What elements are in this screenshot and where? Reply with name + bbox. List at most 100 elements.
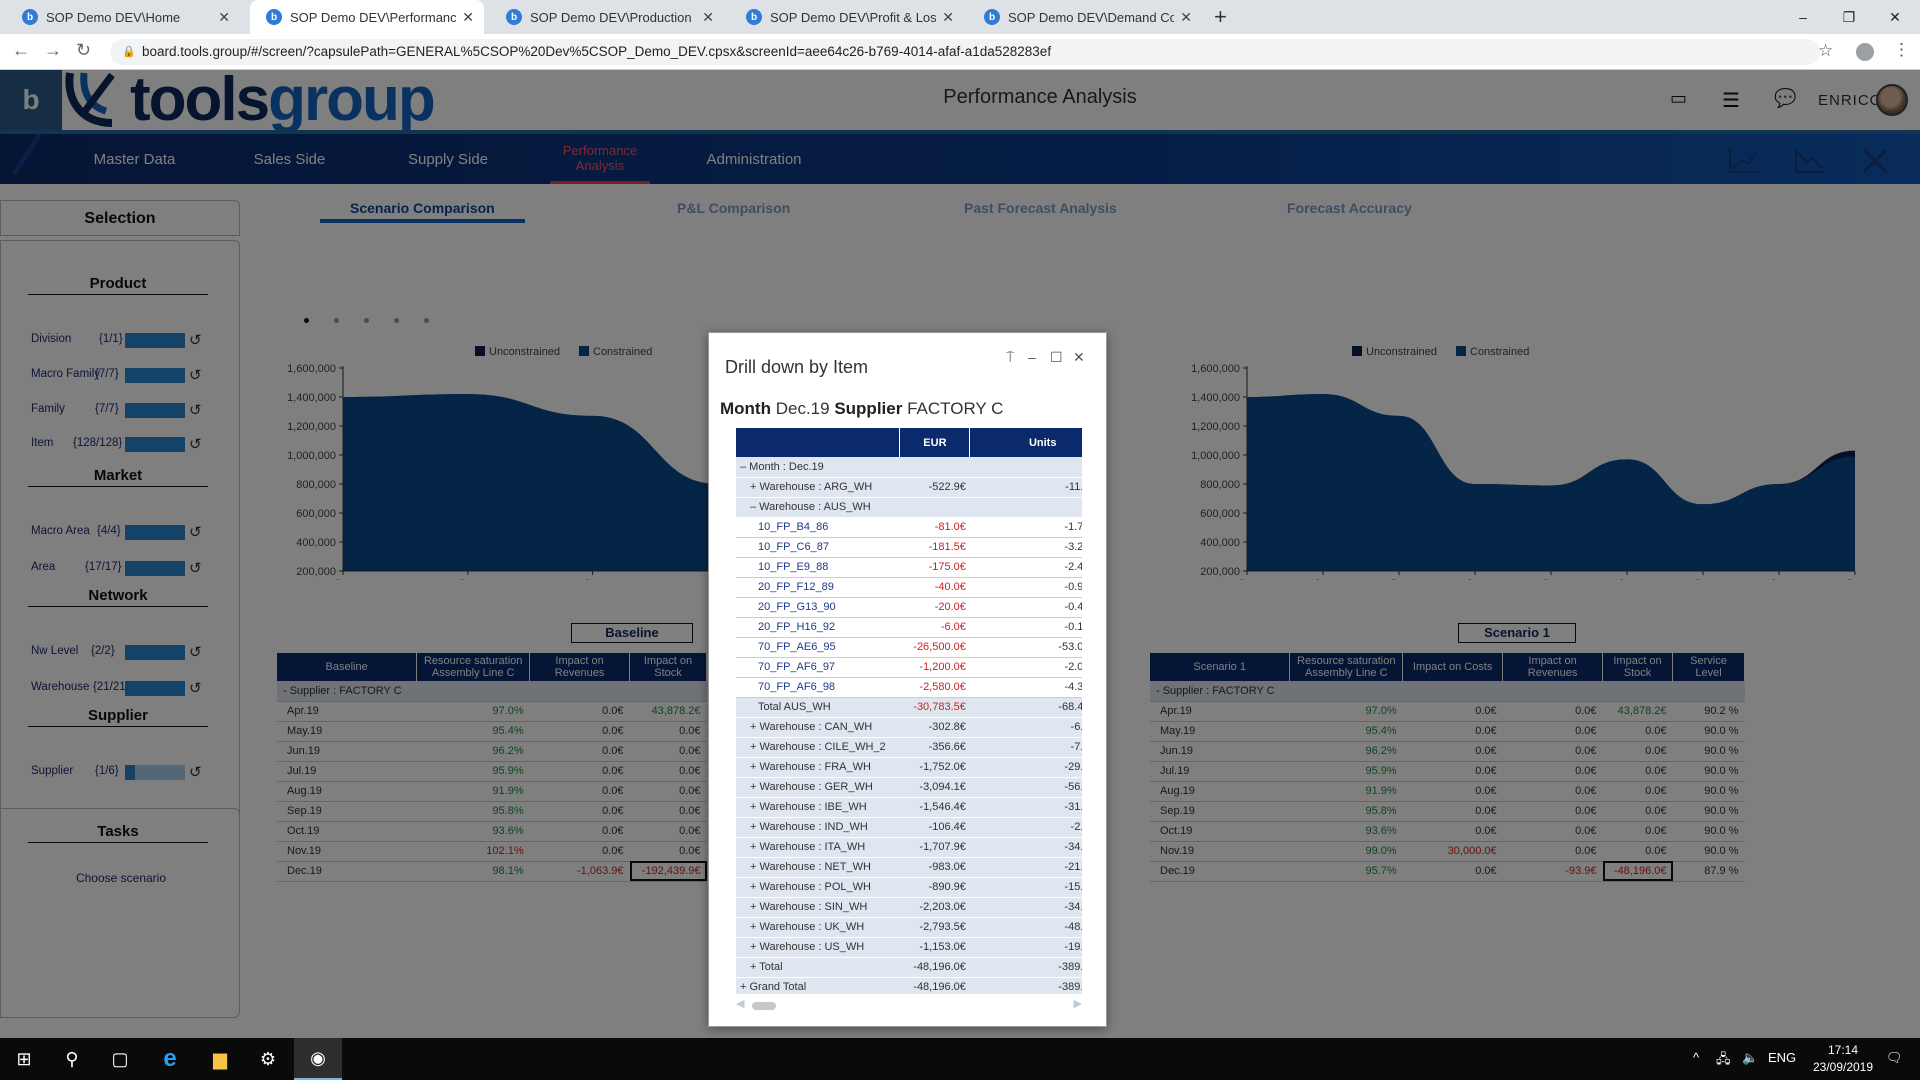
row-label[interactable]: 70_FP_AF6_98 bbox=[736, 677, 900, 698]
row-label[interactable]: + Warehouse : CILE_WH_2 bbox=[736, 737, 900, 758]
column-header-units[interactable]: Units bbox=[969, 428, 1082, 457]
task-view-icon[interactable]: ▢ bbox=[96, 1038, 144, 1080]
search-icon[interactable]: ⚲ bbox=[48, 1038, 96, 1080]
scroll-left-icon[interactable]: ◀ bbox=[736, 997, 744, 1010]
close-tab-icon[interactable]: ✕ bbox=[462, 9, 474, 26]
row-label[interactable]: + Warehouse : SIN_WH bbox=[736, 897, 900, 918]
row-label[interactable]: 10_FP_C6_87 bbox=[736, 537, 900, 558]
profile-icon[interactable] bbox=[1856, 43, 1874, 61]
drill-row[interactable]: 20_FP_G13_90-20.0€-0.46 bbox=[736, 597, 1082, 618]
row-label[interactable]: 70_FP_AF6_97 bbox=[736, 657, 900, 678]
row-label[interactable]: + Warehouse : UK_WH bbox=[736, 917, 900, 938]
browser-tab[interactable]: b SOP Demo DEV\Performance Ana ✕ bbox=[250, 0, 484, 34]
row-label[interactable]: + Warehouse : GER_WH bbox=[736, 777, 900, 798]
drill-row[interactable]: – Warehouse : AUS_WH bbox=[736, 497, 1082, 518]
horizontal-scrollbar[interactable]: ◀ ▶ bbox=[736, 997, 1082, 1013]
drill-row[interactable]: 20_FP_F12_89-40.0€-0.99 bbox=[736, 577, 1082, 598]
drill-row[interactable]: + Total-48,196.0€-389.0 bbox=[736, 957, 1082, 978]
row-label[interactable]: + Warehouse : CAN_WH bbox=[736, 717, 900, 738]
chrome-icon[interactable]: ◉ bbox=[294, 1038, 342, 1080]
row-label[interactable]: 20_FP_G13_90 bbox=[736, 597, 900, 618]
close-tab-icon[interactable]: ✕ bbox=[702, 9, 714, 26]
row-label[interactable]: + Warehouse : ITA_WH bbox=[736, 837, 900, 858]
row-label[interactable]: + Grand Total bbox=[736, 977, 900, 994]
maximize-dialog-icon[interactable]: ☐ bbox=[1050, 349, 1063, 366]
url-input[interactable]: 🔒 board.tools.group/#/screen/?capsulePat… bbox=[110, 39, 1820, 65]
row-label[interactable]: 20_FP_H16_92 bbox=[736, 617, 900, 638]
drill-row[interactable]: + Warehouse : IND_WH-106.4€-2.7 bbox=[736, 817, 1082, 838]
drill-row[interactable]: Total AUS_WH-30,783.5€-68.49 bbox=[736, 697, 1082, 718]
browser-tab[interactable]: b SOP Demo DEV\Demand Collabo ✕ bbox=[968, 0, 1202, 34]
pin-icon[interactable]: ⍑ bbox=[1006, 349, 1014, 366]
row-label[interactable]: + Warehouse : US_WH bbox=[736, 937, 900, 958]
close-window-button[interactable]: ✕ bbox=[1872, 0, 1918, 34]
drill-row[interactable]: + Warehouse : NET_WH-983.0€-21.5 bbox=[736, 857, 1082, 878]
browser-tab[interactable]: b SOP Demo DEV\Profit & Loss ✕ bbox=[730, 0, 964, 34]
drill-row[interactable]: – Month : Dec.19 bbox=[736, 457, 1082, 478]
browser-menu-icon[interactable]: ⋮ bbox=[1893, 40, 1910, 60]
row-label[interactable]: + Warehouse : IBE_WH bbox=[736, 797, 900, 818]
drill-row[interactable]: + Grand Total-48,196.0€-389.0 bbox=[736, 977, 1082, 994]
row-label[interactable]: + Warehouse : POL_WH bbox=[736, 877, 900, 898]
clock[interactable]: 17:14 23/09/2019 bbox=[1808, 1042, 1878, 1076]
volume-icon[interactable]: 🔈 bbox=[1742, 1050, 1758, 1066]
browser-tab[interactable]: b SOP Demo DEV\Production Plan ✕ bbox=[490, 0, 724, 34]
drill-row[interactable]: 20_FP_H16_92-6.0€-0.14 bbox=[736, 617, 1082, 638]
drill-row[interactable]: + Warehouse : POL_WH-890.9€-15.4 bbox=[736, 877, 1082, 898]
notifications-icon[interactable]: 🗨 bbox=[1886, 1050, 1903, 1066]
drill-row[interactable]: + Warehouse : US_WH-1,153.0€-19.9 bbox=[736, 937, 1082, 958]
drill-row[interactable]: + Warehouse : CILE_WH_2-356.6€-7.7 bbox=[736, 737, 1082, 758]
close-tab-icon[interactable]: ✕ bbox=[218, 9, 230, 26]
row-label[interactable]: – Month : Dec.19 bbox=[736, 457, 900, 478]
column-header-eur[interactable]: EUR bbox=[899, 428, 971, 457]
row-label[interactable]: Total AUS_WH bbox=[736, 697, 900, 718]
row-label[interactable]: + Total bbox=[736, 957, 900, 978]
row-label[interactable]: 70_FP_AE6_95 bbox=[736, 637, 900, 658]
new-tab-button[interactable]: + bbox=[1214, 4, 1227, 30]
drill-row[interactable]: + Warehouse : ITA_WH-1,707.9€-34.0 bbox=[736, 837, 1082, 858]
drill-row[interactable]: + Warehouse : GER_WH-3,094.1€-56.4 bbox=[736, 777, 1082, 798]
drill-row[interactable]: + Warehouse : UK_WH-2,793.5€-48.0 bbox=[736, 917, 1082, 938]
board-favicon-icon: b bbox=[22, 9, 38, 25]
drill-row[interactable]: 70_FP_AE6_95-26,500.0€-53.01 bbox=[736, 637, 1082, 658]
scroll-right-icon[interactable]: ▶ bbox=[1074, 997, 1082, 1010]
close-tab-icon[interactable]: ✕ bbox=[942, 9, 954, 26]
network-icon[interactable]: 🖧 bbox=[1716, 1050, 1731, 1072]
drill-row[interactable]: 10_FP_E9_88-175.0€-2.47 bbox=[736, 557, 1082, 578]
drill-row[interactable]: + Warehouse : ARG_WH-522.9€-11.3 bbox=[736, 477, 1082, 498]
drill-row[interactable]: + Warehouse : IBE_WH-1,546.4€-31.7 bbox=[736, 797, 1082, 818]
month-label: Month bbox=[720, 399, 771, 418]
back-icon[interactable]: ← bbox=[12, 40, 30, 61]
row-label[interactable]: – Warehouse : AUS_WH bbox=[736, 497, 900, 518]
tray-chevron-icon[interactable]: ^ bbox=[1693, 1050, 1699, 1065]
row-label[interactable]: + Warehouse : IND_WH bbox=[736, 817, 900, 838]
bookmark-star-icon[interactable]: ☆ bbox=[1818, 41, 1833, 61]
minimize-button[interactable]: – bbox=[1780, 0, 1826, 34]
row-label[interactable]: 10_FP_B4_86 bbox=[736, 517, 900, 538]
minimize-dialog-icon[interactable]: – bbox=[1028, 349, 1036, 365]
browser-tab[interactable]: b SOP Demo DEV\Home ✕ bbox=[6, 0, 240, 34]
windows-start-icon[interactable]: ⊞ bbox=[0, 1038, 48, 1080]
drill-row[interactable]: 10_FP_B4_86-81.0€-1.79 bbox=[736, 517, 1082, 538]
row-label[interactable]: + Warehouse : ARG_WH bbox=[736, 477, 900, 498]
row-label[interactable]: + Warehouse : FRA_WH bbox=[736, 757, 900, 778]
reload-icon[interactable]: ↻ bbox=[76, 40, 91, 61]
drill-row[interactable]: + Warehouse : CAN_WH-302.8€-6.7 bbox=[736, 717, 1082, 738]
drill-row[interactable]: 10_FP_C6_87-181.5€-3.28 bbox=[736, 537, 1082, 558]
language-indicator[interactable]: ENG bbox=[1768, 1050, 1796, 1065]
drill-row[interactable]: 70_FP_AF6_97-1,200.0€-2.04 bbox=[736, 657, 1082, 678]
drill-row[interactable]: + Warehouse : SIN_WH-2,203.0€-34.7 bbox=[736, 897, 1082, 918]
row-label[interactable]: 10_FP_E9_88 bbox=[736, 557, 900, 578]
file-explorer-icon[interactable]: ▆ bbox=[196, 1038, 244, 1080]
settings-gear-icon[interactable]: ⚙ bbox=[244, 1038, 292, 1080]
drill-row[interactable]: + Warehouse : FRA_WH-1,752.0€-29.9 bbox=[736, 757, 1082, 778]
close-dialog-icon[interactable]: ✕ bbox=[1073, 349, 1085, 366]
close-tab-icon[interactable]: ✕ bbox=[1180, 9, 1192, 26]
row-label[interactable]: + Warehouse : NET_WH bbox=[736, 857, 900, 878]
drill-row[interactable]: 70_FP_AF6_98-2,580.0€-4.32 bbox=[736, 677, 1082, 698]
internet-explorer-icon[interactable]: e bbox=[146, 1038, 194, 1080]
maximize-button[interactable]: ❐ bbox=[1826, 0, 1872, 34]
row-label[interactable]: 20_FP_F12_89 bbox=[736, 577, 900, 598]
forward-icon[interactable]: → bbox=[44, 40, 62, 61]
scrollbar-thumb[interactable] bbox=[752, 1002, 776, 1010]
